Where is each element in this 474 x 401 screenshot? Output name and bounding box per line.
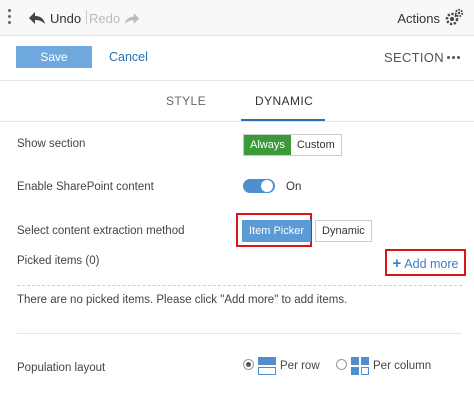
drag-handle-icon[interactable] bbox=[8, 9, 12, 25]
sharepoint-switch[interactable] bbox=[243, 179, 275, 193]
per-column-label[interactable]: Per column bbox=[373, 360, 431, 372]
actions-label: Actions bbox=[397, 10, 440, 26]
population-layout-label: Population layout bbox=[17, 362, 106, 374]
add-more-label: Add more bbox=[404, 256, 459, 271]
picked-items-divider bbox=[17, 285, 462, 286]
show-section-toggle-group: Always Custom bbox=[243, 134, 342, 156]
actions-menu[interactable]: Actions bbox=[397, 8, 464, 28]
per-row-icon bbox=[258, 357, 276, 375]
add-more-button[interactable]: + Add more bbox=[386, 251, 465, 276]
item-picker-option[interactable]: Item Picker bbox=[242, 220, 312, 242]
plus-icon: + bbox=[392, 255, 402, 272]
save-button[interactable]: Save bbox=[16, 46, 92, 68]
top-toolbar: Undo Redo Actions bbox=[0, 0, 474, 36]
extraction-toggle-group: Item Picker Dynamic bbox=[242, 220, 372, 242]
tab-dynamic[interactable]: DYNAMIC bbox=[255, 94, 313, 108]
switch-knob bbox=[261, 180, 273, 192]
tabs-divider bbox=[0, 121, 474, 122]
undo-button[interactable]: Undo bbox=[28, 8, 81, 28]
always-option[interactable]: Always bbox=[244, 135, 291, 155]
show-section-label: Show section bbox=[17, 138, 86, 150]
dynamic-option[interactable]: Dynamic bbox=[315, 220, 372, 242]
section-divider bbox=[17, 333, 462, 334]
per-column-icon bbox=[351, 357, 369, 375]
cancel-button[interactable]: Cancel bbox=[109, 50, 148, 64]
redo-label: Redo bbox=[89, 10, 121, 26]
picked-items-label: Picked items (0) bbox=[17, 255, 100, 267]
redo-button[interactable]: Redo bbox=[89, 8, 140, 28]
header-divider bbox=[0, 80, 474, 81]
sharepoint-state: On bbox=[286, 181, 302, 193]
per-column-radio[interactable] bbox=[336, 359, 347, 370]
tab-style[interactable]: STYLE bbox=[166, 94, 206, 108]
extraction-method-label: Select content extraction method bbox=[17, 225, 185, 237]
toolbar-separator bbox=[86, 10, 87, 24]
empty-message: There are no picked items. Please click … bbox=[17, 294, 348, 306]
more-options-icon[interactable] bbox=[447, 50, 461, 64]
gears-icon bbox=[445, 8, 464, 26]
undo-arrow-icon bbox=[29, 12, 45, 24]
per-row-radio[interactable] bbox=[243, 359, 254, 370]
sharepoint-label: Enable SharePoint content bbox=[17, 181, 154, 193]
per-row-label[interactable]: Per row bbox=[280, 360, 320, 372]
page-title: SECTION bbox=[384, 50, 444, 65]
undo-label: Undo bbox=[50, 10, 82, 26]
redo-arrow-icon bbox=[124, 12, 140, 24]
custom-option[interactable]: Custom bbox=[290, 135, 341, 155]
